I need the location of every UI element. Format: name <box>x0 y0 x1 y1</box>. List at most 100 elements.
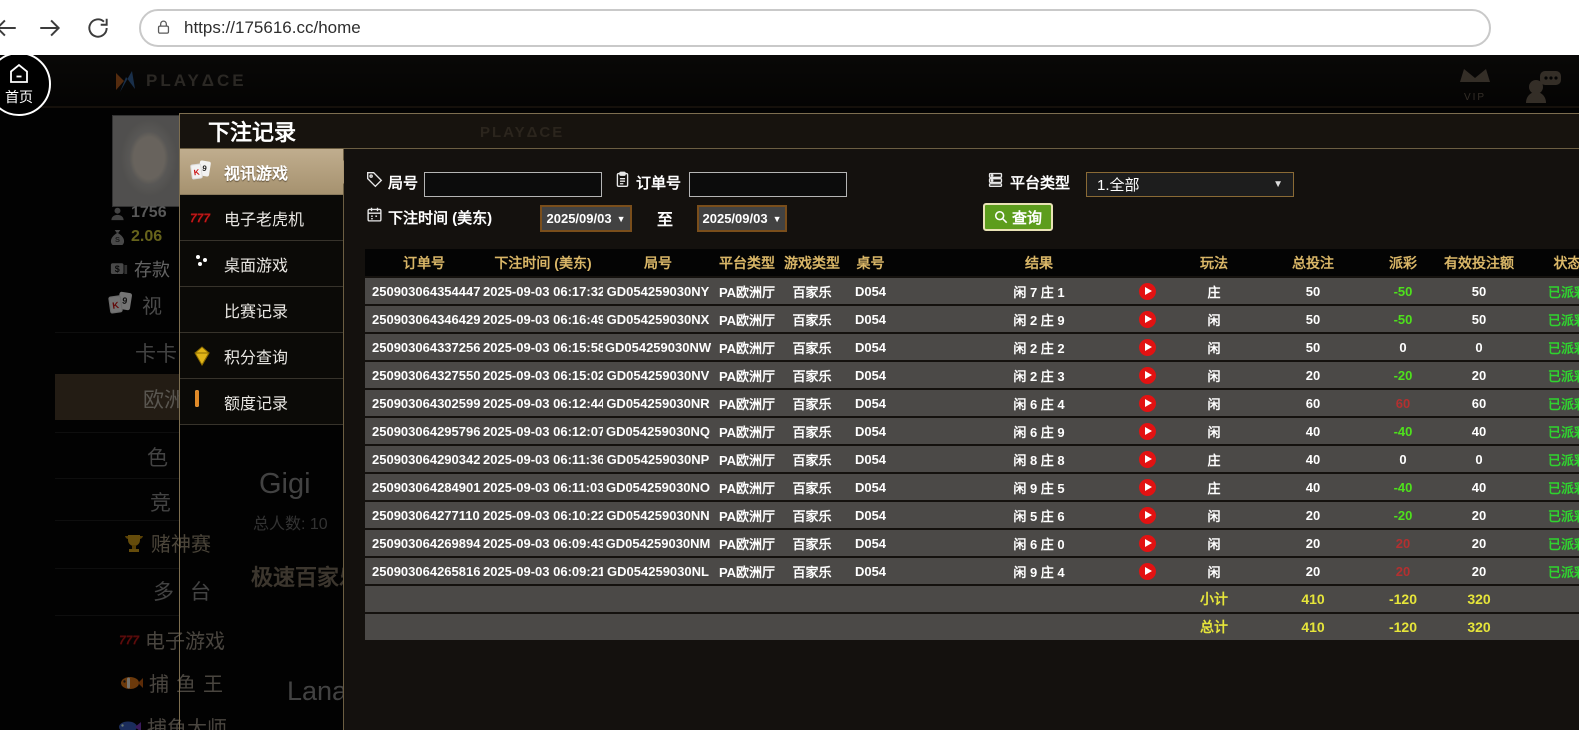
cell: 40 <box>1471 423 1487 439</box>
play-video-icon[interactable] <box>1139 562 1156 580</box>
round-id-input[interactable] <box>424 172 602 197</box>
play-video-icon[interactable] <box>1139 282 1156 300</box>
cell: 百家乐 <box>792 480 832 496</box>
date-to-picker[interactable]: 2025/09/03 ▼ <box>697 205 787 232</box>
play-video-icon[interactable] <box>1139 422 1156 440</box>
cell: 2025-09-03 06:10:22 <box>483 507 603 523</box>
cell: 40 <box>1305 423 1321 439</box>
cell: PA欧洲厅 <box>718 340 776 356</box>
menu-item-video-games[interactable]: 9K 视讯游戏 <box>180 149 355 195</box>
cell: 已派彩 <box>1547 340 1579 356</box>
play-video-icon[interactable] <box>1139 310 1156 328</box>
date-from-picker[interactable]: 2025/09/03 ▼ <box>540 205 632 232</box>
play-video-icon[interactable] <box>1139 366 1156 384</box>
table-row: 250903064265816 2025-09-03 06:09:21 GD0542… <box>365 558 1579 584</box>
result-cell <box>1125 282 1170 300</box>
play-video-icon[interactable] <box>1139 394 1156 412</box>
calendar-icon <box>366 206 383 223</box>
menu-item-match-records[interactable]: 比赛记录 <box>180 287 343 333</box>
chevron-down-icon: ▼ <box>772 213 782 224</box>
subtotal-valid-bet: 320 <box>1467 591 1491 607</box>
cell: 20 <box>1395 535 1411 551</box>
cell: 40 <box>1305 479 1321 495</box>
browser-back-icon[interactable] <box>0 15 19 41</box>
query-button[interactable]: 查询 <box>983 203 1054 231</box>
cell: 已派彩 <box>1547 312 1579 328</box>
cell: 250903064277110 <box>372 507 480 523</box>
total-label: 总计 <box>1200 619 1228 635</box>
document-icon <box>190 389 216 414</box>
browser-reload-icon[interactable] <box>85 15 111 41</box>
cell: 百家乐 <box>792 424 832 440</box>
lock-icon <box>155 19 172 36</box>
home-icon <box>10 63 28 83</box>
cell: 50 <box>1305 339 1321 355</box>
cell: 闲 5 庄 6 <box>1013 508 1065 524</box>
result-cell <box>1125 310 1170 328</box>
cell: -20 <box>1393 507 1413 523</box>
subtotal-payout: -120 <box>1388 591 1418 607</box>
cell: D054 <box>854 535 887 551</box>
browser-forward-icon[interactable] <box>37 15 63 41</box>
tag-icon <box>366 171 383 188</box>
cell: GD054259030NO <box>605 479 711 495</box>
play-video-icon[interactable] <box>1139 338 1156 356</box>
cell: 40 <box>1305 451 1321 467</box>
cell: PA欧洲厅 <box>718 284 776 300</box>
cell: 2025-09-03 06:15:02 <box>483 367 603 383</box>
cell: GD054259030NV <box>606 367 710 383</box>
result-cell <box>1125 562 1170 580</box>
cell: PA欧洲厅 <box>718 480 776 496</box>
cell: 2025-09-03 06:16:49 <box>483 311 603 327</box>
cell: 0 <box>1475 339 1483 355</box>
cell: D054 <box>854 563 887 579</box>
cell: 20 <box>1305 563 1321 579</box>
cell: 2025-09-03 06:17:32 <box>483 283 603 299</box>
address-bar[interactable]: https://175616.cc/home <box>139 8 1491 47</box>
cell: 百家乐 <box>792 284 832 300</box>
play-video-icon[interactable] <box>1139 534 1156 552</box>
cell: 0 <box>1399 339 1407 355</box>
platform-type-select[interactable]: 1.全部 ▼ <box>1086 172 1294 197</box>
play-video-icon[interactable] <box>1139 478 1156 496</box>
gem-icon <box>190 344 216 368</box>
cell: 庄 <box>1207 480 1221 496</box>
table-row: 250903064277110 2025-09-03 06:10:22 GD0542… <box>365 502 1579 528</box>
to-label: 至 <box>657 212 674 229</box>
cell: 已派彩 <box>1547 508 1579 524</box>
cell: 已派彩 <box>1547 396 1579 412</box>
play-video-icon[interactable] <box>1139 506 1156 524</box>
cell: 250903064354447 <box>372 283 481 299</box>
subtotal-total-bet: 410 <box>1301 591 1325 607</box>
cell: D054 <box>854 507 887 523</box>
cell: PA欧洲厅 <box>718 312 776 328</box>
cell: GD054259030NQ <box>605 423 711 439</box>
cell: GD054259030NM <box>605 535 711 551</box>
menu-item-points-query[interactable]: 积分查询 <box>180 333 343 379</box>
cell: 0 <box>1399 451 1407 467</box>
cell: 百家乐 <box>792 368 832 384</box>
menu-item-slots[interactable]: 777 电子老虎机 <box>180 195 343 241</box>
menu-item-credit-records[interactable]: 额度记录 <box>180 379 343 425</box>
cell: 已派彩 <box>1547 424 1579 440</box>
cell: D054 <box>854 311 887 327</box>
cell: PA欧洲厅 <box>718 424 776 440</box>
order-id-input[interactable] <box>689 172 847 197</box>
menu-item-table-games[interactable]: 桌面游戏 <box>180 241 343 287</box>
page: { "browser": { "url": "https://175616.cc… <box>0 0 1579 730</box>
cell: 已派彩 <box>1547 480 1579 496</box>
cell: 250903064337256 <box>372 339 481 355</box>
cell: 2025-09-03 06:15:58 <box>483 339 603 355</box>
ticket-icon <box>190 298 216 322</box>
play-video-icon[interactable] <box>1139 450 1156 468</box>
platform-list-icon <box>987 171 1004 188</box>
slot-777-icon: 777 <box>190 210 211 225</box>
result-cell <box>1125 366 1170 384</box>
home-button[interactable]: 首页 <box>0 52 51 116</box>
cell: 2025-09-03 06:11:36 <box>483 451 603 467</box>
subtotal-label: 小计 <box>1200 591 1228 607</box>
table-row: 250903064354447 2025-09-03 06:17:32 GD0542… <box>365 278 1579 304</box>
cell: PA欧洲厅 <box>718 564 776 580</box>
cell: 50 <box>1471 311 1487 327</box>
cell: 250903064290342 <box>372 451 481 467</box>
